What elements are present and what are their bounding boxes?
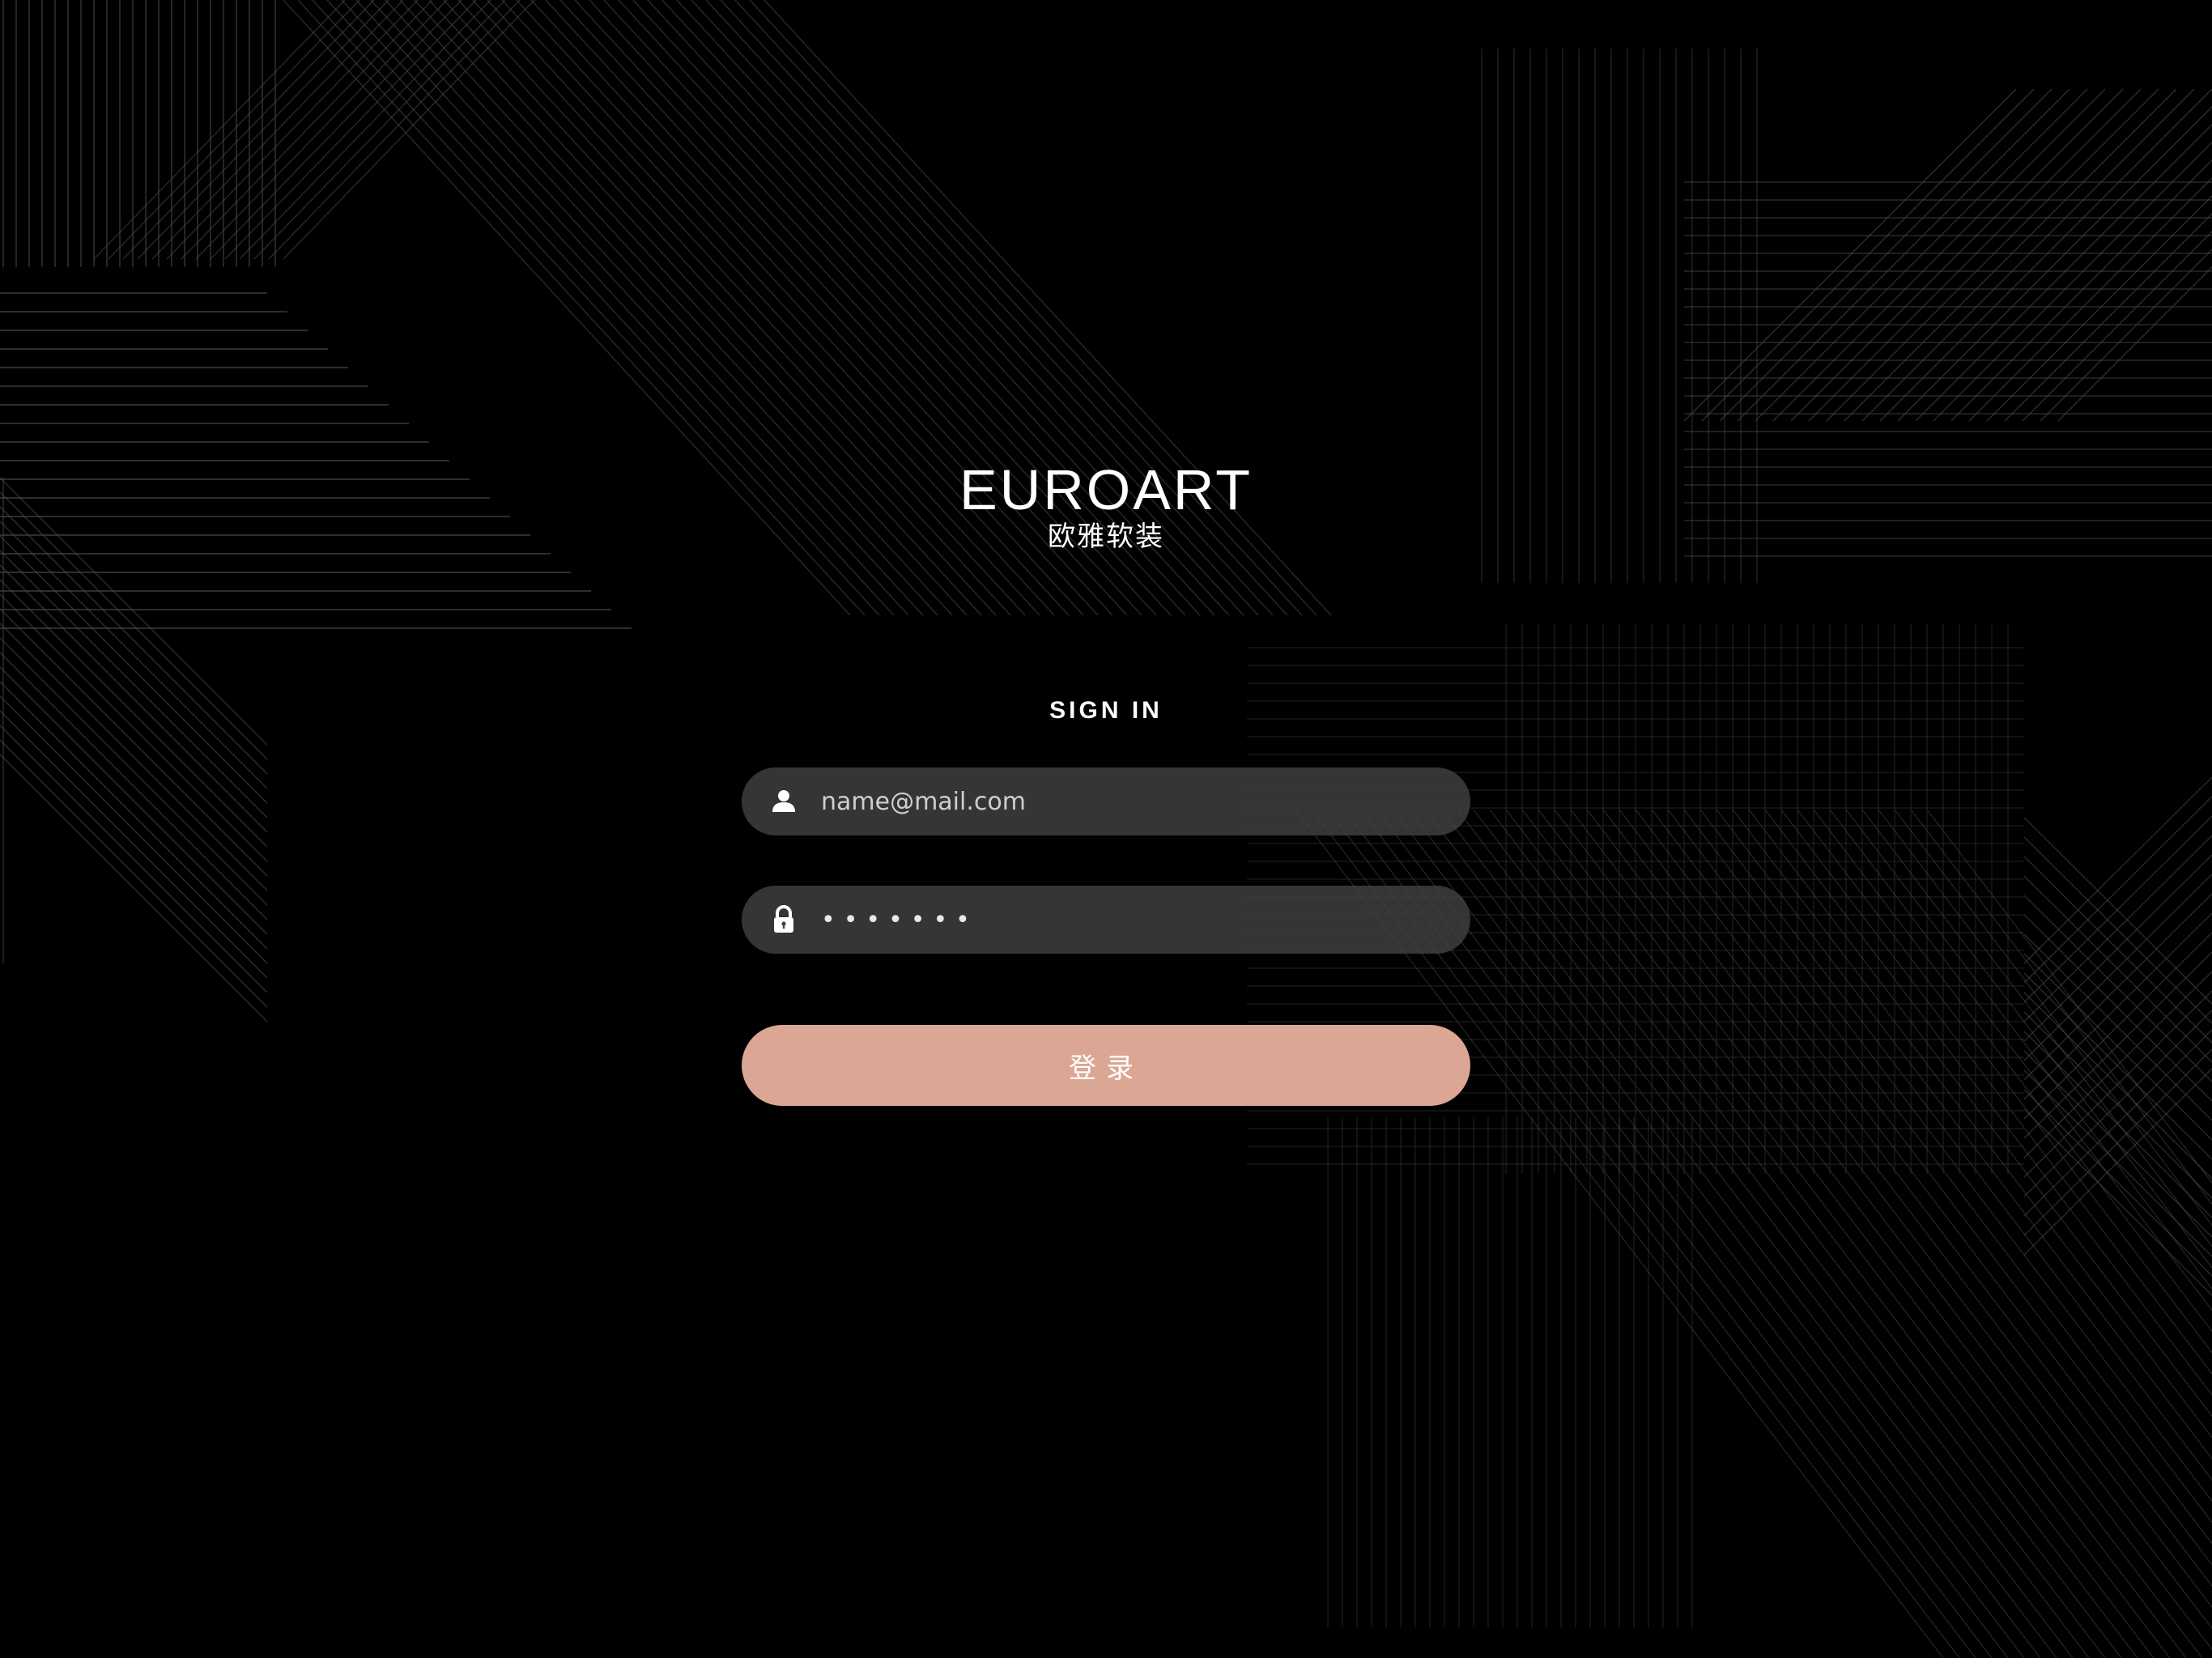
sign-in-heading: SIGN IN bbox=[1049, 697, 1163, 724]
user-icon bbox=[772, 790, 795, 812]
brand-title: EUROART bbox=[959, 458, 1253, 521]
password-input[interactable] bbox=[821, 886, 1436, 954]
email-input[interactable] bbox=[821, 767, 1436, 835]
password-field-container bbox=[742, 886, 1470, 954]
email-field-container bbox=[742, 767, 1470, 835]
lock-icon bbox=[774, 905, 793, 933]
brand-subtitle: 欧雅软装 bbox=[1048, 521, 1164, 553]
login-button[interactable]: 登录 bbox=[742, 1025, 1470, 1106]
